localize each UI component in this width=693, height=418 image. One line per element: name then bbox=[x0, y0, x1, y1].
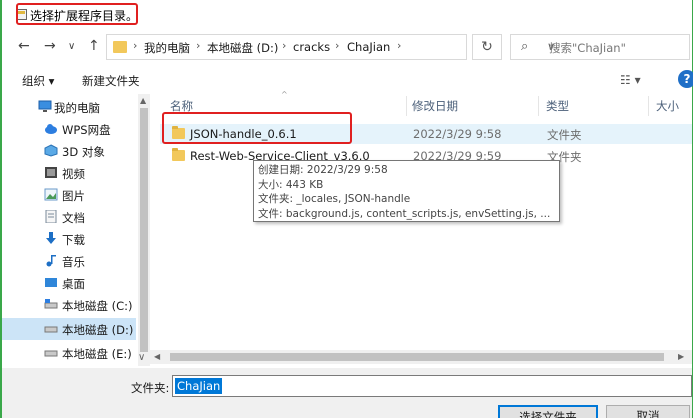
navigation-pane: 我的电脑 WPS网盘 3D 对象 视频 图片 文档 下载 音乐 桌面 本地磁盘 … bbox=[2, 94, 150, 366]
column-divider[interactable] bbox=[648, 96, 649, 116]
chevron-right-icon[interactable]: › bbox=[282, 39, 286, 52]
sidebar-item-label: 3D 对象 bbox=[62, 145, 105, 159]
file-date: 2022/3/29 9:58 bbox=[413, 127, 502, 141]
view-options-icon[interactable]: ☷ ▾ bbox=[620, 73, 641, 87]
scroll-right-icon[interactable]: ▶ bbox=[678, 352, 684, 361]
tooltip-created: 创建日期: 2022/3/29 9:58 bbox=[258, 164, 388, 176]
horizontal-scrollbar[interactable]: ◀ ▶ bbox=[150, 350, 692, 364]
folder-name-value: ChaJian bbox=[175, 378, 223, 394]
folder-label: 文件夹: bbox=[131, 381, 170, 395]
sidebar-item-label: 文档 bbox=[62, 211, 85, 225]
computer-icon bbox=[38, 100, 52, 113]
sidebar-item-label: 本地磁盘 (E:) bbox=[62, 347, 132, 361]
tooltip-folders: 文件夹: _locales, JSON-handle bbox=[258, 193, 411, 205]
documents-icon bbox=[44, 209, 58, 224]
drive-icon bbox=[44, 346, 58, 359]
column-divider[interactable] bbox=[538, 96, 539, 116]
scroll-up-icon[interactable]: ▲ bbox=[140, 96, 146, 105]
back-arrow-icon[interactable]: ← bbox=[18, 38, 30, 54]
desktop-icon bbox=[44, 276, 58, 289]
folder-icon bbox=[113, 41, 127, 53]
address-row: ← → ∨ ↑ › 我的电脑 › 本地磁盘 (D:) › cracks › Ch… bbox=[2, 32, 692, 62]
file-tooltip: 创建日期: 2022/3/29 9:58 大小: 443 KB 文件夹: _lo… bbox=[253, 160, 560, 222]
folder-name-input[interactable]: ChaJian bbox=[172, 375, 692, 397]
chevron-right-icon[interactable]: › bbox=[196, 39, 200, 52]
pictures-icon bbox=[44, 188, 58, 201]
recent-dropdown-icon[interactable]: ∨ bbox=[68, 41, 75, 52]
video-icon bbox=[44, 166, 58, 179]
sort-ascending-icon: ^ bbox=[281, 90, 288, 99]
search-input[interactable]: ⌕ 搜索"ChaJian" bbox=[510, 34, 690, 60]
breadcrumb-cracks[interactable]: cracks bbox=[293, 40, 330, 54]
column-type[interactable]: 类型 bbox=[546, 98, 569, 114]
3d-objects-icon bbox=[44, 144, 58, 157]
up-arrow-icon[interactable]: ↑ bbox=[88, 38, 100, 54]
breadcrumb-chajian[interactable]: ChaJian bbox=[347, 40, 390, 54]
sidebar-item-label: 我的电脑 bbox=[54, 101, 100, 115]
sidebar-item-music[interactable]: 音乐 bbox=[2, 250, 136, 272]
title-bar: 选择扩展程序目录。 bbox=[2, 0, 692, 30]
cancel-button[interactable]: 取消 bbox=[606, 405, 690, 418]
cloud-icon bbox=[44, 122, 58, 135]
sidebar-item-label: 下载 bbox=[62, 233, 85, 247]
dialog-footer: 文件夹: ChaJian 选择文件夹 取消 bbox=[2, 368, 692, 418]
address-bar[interactable]: › 我的电脑 › 本地磁盘 (D:) › cracks › ChaJian › … bbox=[106, 34, 555, 60]
select-folder-button[interactable]: 选择文件夹 bbox=[498, 405, 598, 418]
sidebar-item-label: 音乐 bbox=[62, 255, 85, 269]
drive-icon bbox=[44, 298, 58, 311]
tooltip-size: 大小: 443 KB bbox=[258, 178, 324, 191]
column-divider[interactable] bbox=[406, 96, 407, 116]
sidebar-item-videos[interactable]: 视频 bbox=[2, 162, 136, 184]
download-icon bbox=[44, 232, 58, 245]
chevron-right-icon[interactable]: › bbox=[335, 39, 339, 52]
sidebar-item-pictures[interactable]: 图片 bbox=[2, 184, 136, 206]
search-placeholder: 搜索"ChaJian" bbox=[549, 41, 626, 55]
sidebar-item-drive-d[interactable]: 本地磁盘 (D:) bbox=[2, 318, 136, 340]
sidebar-item-label: 本地磁盘 (C:) bbox=[62, 299, 133, 313]
organize-menu[interactable]: 组织 ▾ bbox=[22, 73, 54, 89]
refresh-icon: ↻ bbox=[481, 39, 493, 55]
scroll-down-icon[interactable]: ∨ bbox=[138, 352, 145, 363]
new-folder-button[interactable]: 新建文件夹 bbox=[82, 73, 140, 89]
sidebar-item-wps[interactable]: WPS网盘 bbox=[2, 118, 136, 140]
breadcrumb-drive-d[interactable]: 本地磁盘 (D:) bbox=[207, 40, 278, 56]
title-annotation-box bbox=[16, 3, 138, 25]
folder-icon bbox=[172, 148, 185, 161]
refresh-button[interactable]: ↻ bbox=[472, 34, 502, 60]
sidebar-item-downloads[interactable]: 下载 bbox=[2, 228, 136, 250]
sidebar-item-drive-e[interactable]: 本地磁盘 (E:) bbox=[2, 342, 136, 364]
sidebar-item-label: 桌面 bbox=[62, 277, 85, 291]
sidebar-item-documents[interactable]: 文档 bbox=[2, 206, 136, 228]
file-type: 文件夹 bbox=[547, 128, 582, 142]
sidebar-item-3d[interactable]: 3D 对象 bbox=[2, 140, 136, 162]
sidebar-item-label: WPS网盘 bbox=[62, 123, 111, 137]
sidebar-item-desktop[interactable]: 桌面 bbox=[2, 272, 136, 294]
forward-arrow-icon[interactable]: → bbox=[44, 38, 56, 54]
chevron-right-icon[interactable]: › bbox=[397, 39, 401, 52]
scroll-left-icon[interactable]: ◀ bbox=[154, 352, 160, 361]
chevron-right-icon[interactable]: › bbox=[133, 39, 137, 52]
sidebar-item-drive-c[interactable]: 本地磁盘 (C:) bbox=[2, 294, 136, 316]
column-size[interactable]: 大小 bbox=[656, 98, 679, 114]
sidebar-item-label: 本地磁盘 (D:) bbox=[62, 323, 134, 337]
command-toolbar: 组织 ▾ 新建文件夹 ☷ ▾ ? bbox=[2, 66, 693, 94]
column-date[interactable]: 修改日期 bbox=[412, 98, 458, 114]
sidebar-item-label: 视频 bbox=[62, 167, 85, 181]
drive-icon bbox=[44, 322, 58, 335]
sidebar-scrollbar[interactable]: ▲ bbox=[138, 94, 150, 366]
sidebar-item-computer[interactable]: 我的电脑 bbox=[2, 96, 136, 118]
sidebar-scroll-thumb[interactable] bbox=[140, 108, 148, 352]
music-icon bbox=[44, 254, 58, 267]
horizontal-scroll-thumb[interactable] bbox=[170, 353, 664, 361]
tooltip-files: 文件: background.js, content_scripts.js, e… bbox=[258, 207, 551, 220]
search-icon: ⌕ bbox=[521, 39, 529, 54]
row-annotation-box bbox=[162, 112, 352, 144]
breadcrumb-computer[interactable]: 我的电脑 bbox=[144, 40, 190, 56]
help-icon[interactable]: ? bbox=[678, 70, 693, 88]
sidebar-item-label: 图片 bbox=[62, 189, 85, 203]
